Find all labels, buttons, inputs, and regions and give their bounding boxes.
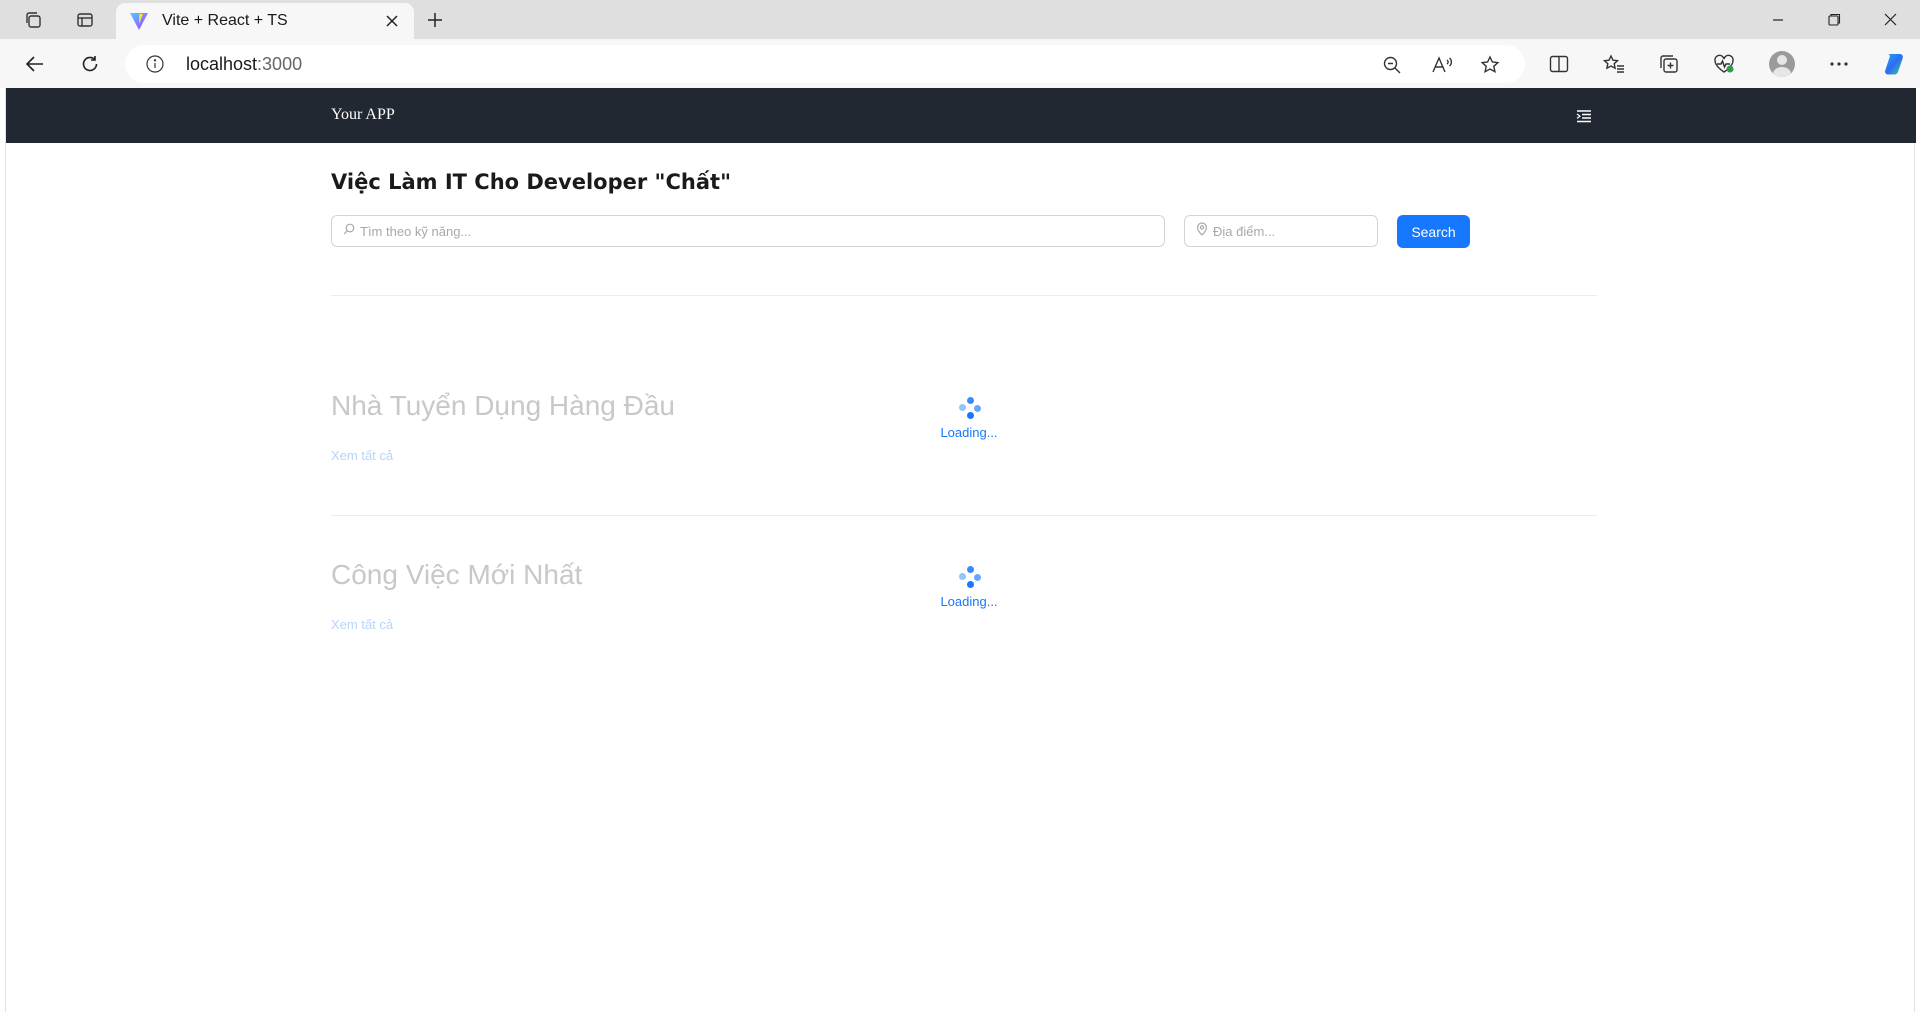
latest-jobs-title: Công Việc Mới Nhất — [331, 559, 583, 590]
page-viewport: Your APP Việc Làm IT Cho Developer "Chất… — [5, 88, 1916, 1012]
vertical-tabs-icon[interactable] — [70, 6, 100, 34]
collections-icon[interactable] — [1652, 47, 1686, 81]
skill-search-input[interactable]: Tìm theo kỹ năng... — [331, 215, 1165, 247]
new-tab-icon[interactable] — [420, 6, 450, 34]
copilot-icon[interactable] — [1877, 47, 1911, 81]
location-input[interactable]: Địa điểm... — [1184, 215, 1378, 247]
browser-essentials-icon[interactable] — [1707, 47, 1741, 81]
split-screen-icon[interactable] — [1542, 47, 1576, 81]
hero-title: Việc Làm IT Cho Developer "Chất" — [331, 170, 732, 194]
favorite-star-icon[interactable] — [1477, 52, 1503, 78]
loading-spinner-icon — [958, 565, 982, 589]
location-pin-icon — [1196, 221, 1208, 241]
close-tab-icon[interactable] — [380, 9, 404, 33]
browser-toolbar: localhost:3000 — [0, 39, 1920, 88]
favorites-icon[interactable] — [1597, 47, 1631, 81]
menu-icon[interactable] — [1573, 105, 1595, 127]
tab-title: Vite + React + TS — [162, 12, 288, 29]
skill-search-placeholder: Tìm theo kỹ năng... — [360, 223, 472, 239]
close-window-icon[interactable] — [1862, 0, 1918, 39]
top-employers-title: Nhà Tuyển Dụng Hàng Đầu — [331, 390, 675, 421]
more-options-icon[interactable] — [1822, 47, 1856, 81]
address-bar[interactable]: localhost:3000 — [125, 45, 1525, 83]
vite-logo-icon — [128, 10, 150, 32]
top-employers-loader: Loading... — [934, 396, 1004, 446]
back-arrow-icon[interactable] — [18, 47, 52, 81]
top-employers-see-all-link[interactable]: Xem tất cả — [331, 448, 393, 463]
restore-icon[interactable] — [1806, 0, 1862, 39]
latest-jobs-see-all-link[interactable]: Xem tất cả — [331, 617, 393, 632]
loading-spinner-icon — [958, 396, 982, 420]
site-info-icon[interactable] — [145, 54, 165, 74]
loading-text: Loading... — [940, 425, 998, 440]
workspaces-icon[interactable] — [18, 6, 48, 34]
loading-text: Loading... — [940, 594, 998, 609]
app-brand[interactable]: Your APP — [331, 106, 395, 124]
app-header: Your APP — [6, 88, 1916, 143]
search-button[interactable]: Search — [1397, 215, 1470, 248]
refresh-icon[interactable] — [73, 47, 107, 81]
profile-avatar[interactable] — [1765, 47, 1799, 81]
minimize-icon[interactable] — [1750, 0, 1806, 39]
divider — [331, 295, 1597, 296]
browser-tab[interactable]: Vite + React + TS — [116, 3, 414, 39]
url-text[interactable]: localhost:3000 — [186, 54, 302, 75]
zoom-out-icon[interactable] — [1379, 52, 1405, 78]
read-aloud-icon[interactable] — [1429, 52, 1455, 78]
divider — [331, 515, 1597, 516]
location-placeholder: Địa điểm... — [1213, 223, 1276, 239]
avatar-icon — [1769, 51, 1795, 77]
latest-jobs-loader: Loading... — [934, 565, 1004, 615]
browser-tab-strip: Vite + React + TS — [0, 0, 1920, 39]
search-icon — [343, 222, 355, 240]
